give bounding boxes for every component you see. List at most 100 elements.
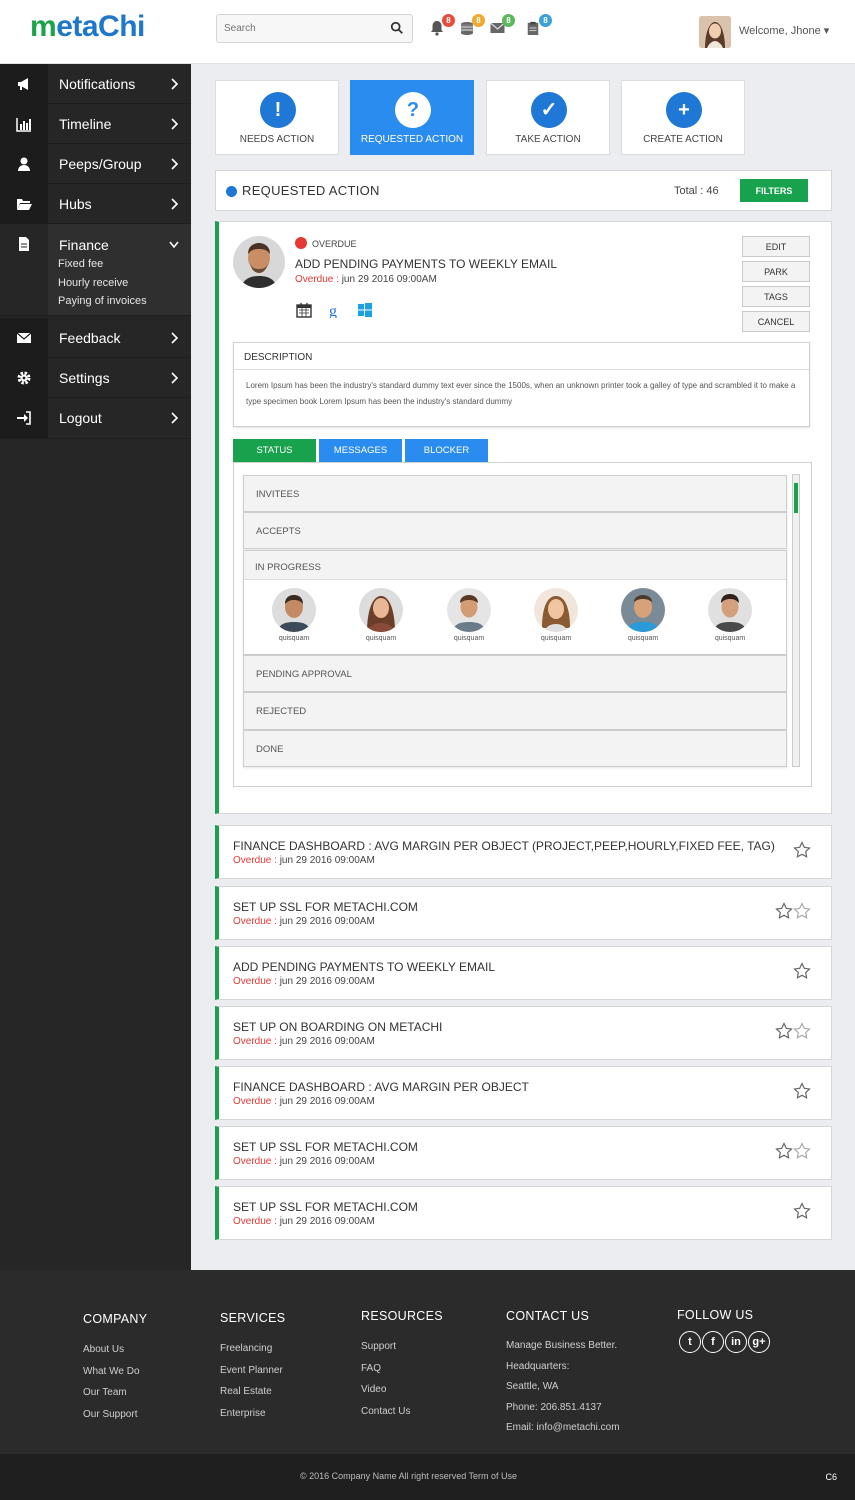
tab-messages[interactable]: MESSAGES: [319, 439, 402, 462]
row-label: REJECTED: [256, 706, 307, 717]
sidebar-item-logout[interactable]: Logout: [0, 398, 191, 439]
scrollbar-thumb[interactable]: [794, 483, 798, 513]
status-row-pending-approval[interactable]: PENDING APPROVAL: [243, 655, 787, 692]
star-icon[interactable]: [793, 962, 811, 980]
google-plus-icon[interactable]: g+: [748, 1331, 770, 1353]
star-rating[interactable]: [775, 1142, 811, 1165]
footer-link[interactable]: Our Team: [83, 1382, 147, 1404]
owner-avatar[interactable]: [233, 236, 285, 288]
list-item[interactable]: SET UP SSL FOR METACHI.COM Overdue : jun…: [215, 1126, 832, 1180]
star-icon[interactable]: [793, 1082, 811, 1100]
twitter-icon[interactable]: t: [679, 1331, 701, 1353]
star-icon[interactable]: [775, 902, 793, 920]
status-scrollbar[interactable]: [792, 474, 800, 767]
list-item[interactable]: SET UP SSL FOR METACHI.COM Overdue : jun…: [215, 886, 832, 940]
mail-icon[interactable]: 8: [489, 14, 515, 38]
sidebar-item-notifications[interactable]: Notifications: [0, 64, 191, 104]
park-button[interactable]: PARK: [742, 261, 810, 282]
coins-icon[interactable]: 8: [459, 14, 485, 38]
star-rating[interactable]: [793, 1202, 811, 1225]
footer-link[interactable]: FAQ: [361, 1358, 443, 1380]
tags-button[interactable]: TAGS: [742, 286, 810, 307]
star-icon[interactable]: [793, 841, 811, 859]
tab-status[interactable]: STATUS: [233, 439, 316, 462]
footer-link[interactable]: Video: [361, 1379, 443, 1401]
list-item[interactable]: ADD PENDING PAYMENTS TO WEEKLY EMAIL Ove…: [215, 946, 832, 1000]
sidebar-item-label: Notifications: [59, 76, 136, 92]
status-row-accepts[interactable]: ACCEPTS: [243, 512, 787, 549]
sidebar-item-feedback[interactable]: Feedback: [0, 318, 191, 358]
facebook-icon[interactable]: f: [702, 1331, 724, 1353]
copyright-text: © 2016 Company Name All right reserved T…: [300, 1471, 518, 1481]
sidebar-item-label: Hubs: [59, 196, 92, 212]
star-icon[interactable]: [793, 1202, 811, 1220]
star-rating[interactable]: [775, 902, 811, 925]
star-rating[interactable]: [775, 1022, 811, 1045]
tab-blocker[interactable]: BLOCKER: [405, 439, 488, 462]
date-value: jun 29 2016 09:00AM: [276, 1036, 375, 1047]
create-action-card[interactable]: + CREATE ACTION: [621, 80, 745, 155]
person-card[interactable]: quisquam: [700, 588, 760, 642]
logo[interactable]: metaChi: [30, 10, 145, 44]
person-card[interactable]: quisquam: [526, 588, 586, 642]
status-row-in-progress[interactable]: IN PROGRESS quisquam quisquam quisquam q…: [243, 550, 787, 655]
status-row-invitees[interactable]: INVITEES: [243, 475, 787, 512]
person-card[interactable]: quisquam: [439, 588, 499, 642]
contact-email[interactable]: Email: info@metachi.com: [506, 1418, 620, 1439]
sidebar-item-settings[interactable]: Settings: [0, 358, 191, 398]
footer-link[interactable]: Event Planner: [220, 1360, 285, 1382]
user-avatar[interactable]: [699, 16, 731, 48]
bell-icon[interactable]: 8: [429, 14, 455, 38]
footer-link[interactable]: Our Support: [83, 1404, 147, 1426]
star-icon[interactable]: [793, 902, 811, 920]
filters-button[interactable]: FILTERS: [740, 179, 808, 202]
star-icon[interactable]: [775, 1142, 793, 1160]
status-row-done[interactable]: DONE: [243, 730, 787, 767]
row-label: ACCEPTS: [256, 526, 301, 537]
footer-link[interactable]: What We Do: [83, 1361, 147, 1383]
list-item[interactable]: SET UP ON BOARDING ON METACHI Overdue : …: [215, 1006, 832, 1060]
sidebar-item-timeline[interactable]: Timeline: [0, 104, 191, 144]
list-item[interactable]: FINANCE DASHBOARD : AVG MARGIN PER OBJEC…: [215, 1066, 832, 1120]
submenu-paying-invoices[interactable]: Paying of invoices: [58, 292, 147, 311]
search-box[interactable]: [216, 14, 413, 43]
plus-icon: +: [666, 92, 702, 128]
footer-link[interactable]: Enterprise: [220, 1403, 285, 1425]
status-row-rejected[interactable]: REJECTED: [243, 692, 787, 730]
requested-action-card[interactable]: ? REQUESTED ACTION: [350, 80, 474, 155]
search-input[interactable]: [217, 15, 382, 42]
submenu-fixed-fee[interactable]: Fixed fee: [58, 255, 147, 274]
footer-link[interactable]: Support: [361, 1336, 443, 1358]
person-card[interactable]: quisquam: [264, 588, 324, 642]
footer-link[interactable]: About Us: [83, 1339, 147, 1361]
linkedin-icon[interactable]: in: [725, 1331, 747, 1353]
person-card[interactable]: quisquam: [613, 588, 673, 642]
list-item[interactable]: SET UP SSL FOR METACHI.COM Overdue : jun…: [215, 1186, 832, 1240]
star-rating[interactable]: [793, 962, 811, 985]
person-card[interactable]: quisquam: [351, 588, 411, 642]
star-rating[interactable]: [793, 1082, 811, 1105]
clipboard-icon[interactable]: 8: [526, 14, 552, 38]
person-name: quisquam: [627, 635, 659, 642]
google-icon[interactable]: g: [326, 302, 342, 318]
footer-link[interactable]: Contact Us: [361, 1401, 443, 1423]
star-icon[interactable]: [793, 1022, 811, 1040]
calendar-icon[interactable]: [296, 302, 312, 318]
edit-button[interactable]: EDIT: [742, 236, 810, 257]
star-rating[interactable]: [793, 841, 811, 864]
star-icon[interactable]: [793, 1142, 811, 1160]
welcome-menu[interactable]: Welcome, Jhone ▾: [739, 24, 829, 37]
footer-link[interactable]: Real Estate: [220, 1381, 285, 1403]
search-icon[interactable]: [390, 21, 404, 35]
submenu-hourly-receive[interactable]: Hourly receive: [58, 274, 147, 293]
star-icon[interactable]: [775, 1022, 793, 1040]
list-item[interactable]: FINANCE DASHBOARD : AVG MARGIN PER OBJEC…: [215, 825, 832, 879]
needs-action-card[interactable]: ! NEEDS ACTION: [215, 80, 339, 155]
footer-link[interactable]: Freelancing: [220, 1338, 285, 1360]
sidebar-item-peeps-group[interactable]: Peeps/Group: [0, 144, 191, 184]
sidebar-item-finance[interactable]: Finance Fixed fee Hourly receive Paying …: [0, 224, 191, 316]
sidebar-item-hubs[interactable]: Hubs: [0, 184, 191, 224]
take-action-card[interactable]: ✓ TAKE ACTION: [486, 80, 610, 155]
windows-icon[interactable]: [357, 302, 373, 318]
cancel-button[interactable]: CANCEL: [742, 311, 810, 332]
